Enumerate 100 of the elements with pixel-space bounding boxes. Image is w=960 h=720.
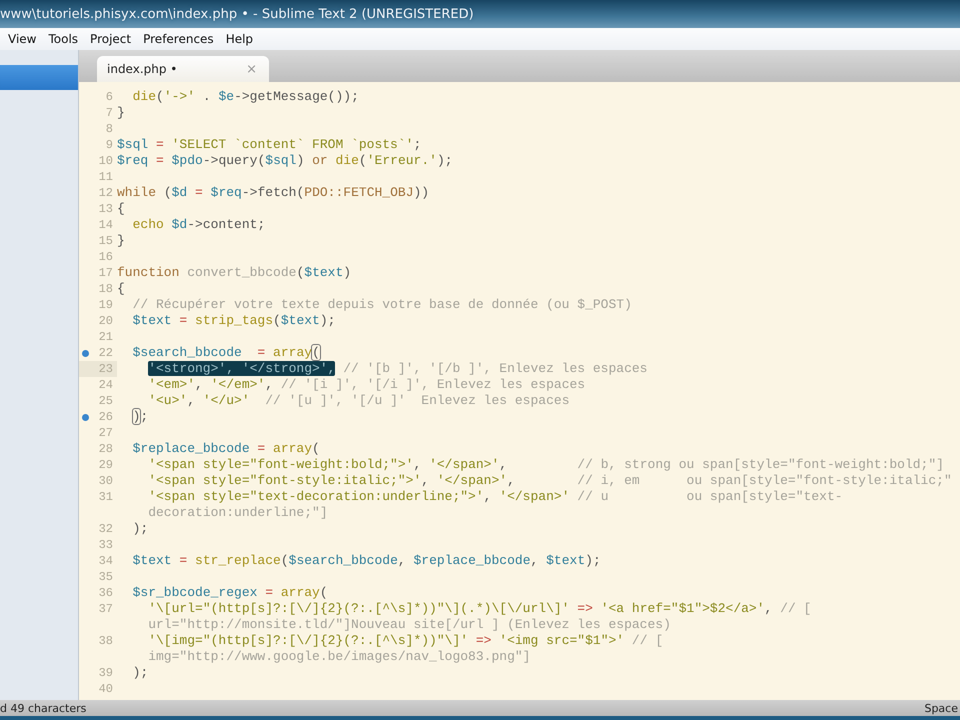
code-token: convert_bbcode	[186, 265, 296, 280]
line-number: 23	[98, 361, 113, 377]
line-number: 31	[98, 489, 113, 505]
code-token: (	[156, 89, 164, 104]
code-token: (	[162, 185, 172, 200]
code-token: '<img src="$1">'	[499, 633, 624, 648]
code-token: ,	[499, 457, 508, 472]
matched-bracket: )	[132, 409, 140, 424]
code-token: $text	[132, 553, 172, 568]
code-token: ->fetch(	[242, 185, 304, 200]
code-token: '->'	[164, 89, 196, 104]
line-number: 28	[98, 441, 113, 457]
code-token: url="http://monsite.tld/"]Nouveau site[/url ] (Enlevez les espaces)	[147, 617, 671, 632]
line-number: 32	[98, 521, 113, 537]
code-token: '<span style="font-style:italic;">'	[147, 473, 422, 488]
selected-text: '<strong>', '</strong>',	[148, 361, 336, 376]
line-number: 17	[98, 265, 113, 281]
line-number: 29	[98, 457, 113, 473]
code-token: ,	[265, 377, 274, 392]
code-token: // u ou span[style="text-	[576, 489, 843, 504]
code-token: )	[343, 265, 352, 280]
code-token: str_replace	[195, 553, 281, 568]
code-token: );	[585, 553, 601, 568]
status-text: Space	[924, 702, 959, 714]
code-token: ;	[413, 137, 422, 152]
line-number: 12	[98, 185, 113, 201]
code-token: die	[334, 153, 359, 168]
line-number: 33	[98, 537, 113, 553]
code-token: PDO::FETCH_OBJ	[304, 185, 414, 200]
code-token: ))	[414, 185, 430, 200]
code-token: array	[280, 585, 320, 600]
code-token: ,	[530, 553, 540, 568]
line-number: 40	[98, 681, 113, 697]
sidebar-item[interactable]	[0, 65, 78, 90]
code-token: $text	[280, 313, 320, 328]
code-token: =	[256, 345, 266, 360]
code-token: ,	[398, 553, 407, 568]
status-text: d 49 characters	[0, 702, 88, 714]
code-token: $pdo	[172, 153, 203, 168]
code-token: '\[img="(http[s]?:[\/]{2}(?:.[^\s]*))"\]'	[147, 633, 468, 648]
code-token: $replace_bbcode	[413, 553, 531, 568]
code-token: =	[155, 153, 165, 168]
code-token: (	[312, 441, 320, 456]
code-token: $d	[172, 185, 188, 200]
code-token: $sql	[265, 153, 296, 168]
file-tab[interactable]: index.php • ×	[97, 56, 269, 82]
code-token: ,	[187, 393, 196, 408]
code-token: // b, strong ou span[style="font-weight:bold;"]	[576, 457, 944, 472]
menu-item[interactable]: View	[6, 30, 38, 48]
menu-item[interactable]: Tools	[46, 30, 80, 48]
code-token: =	[264, 585, 274, 600]
code-token: $e	[218, 89, 234, 104]
code-token: 'SELECT `content` FROM `posts`'	[172, 137, 414, 152]
code-token: '</span>'	[499, 489, 570, 504]
code-token: $search_bbcode	[288, 553, 398, 568]
code-token: $search_bbcode	[132, 345, 242, 360]
menu-item[interactable]: Preferences	[141, 30, 216, 48]
code-token: =	[256, 441, 266, 456]
code-token: strip_tags	[195, 313, 274, 328]
code-token: ,	[507, 473, 515, 488]
code-token: function	[117, 265, 180, 280]
code-token: array	[273, 345, 312, 360]
line-number: 34	[98, 553, 113, 569]
code-token: '<em>'	[147, 377, 196, 392]
code-token: echo	[132, 217, 164, 232]
code-token: die	[132, 89, 156, 104]
line-number: 10	[98, 153, 113, 169]
code-token: '<span style="font-weight:bold;">'	[147, 457, 414, 472]
code-token: // '[u ]', '[/u ]' Enlevez les espaces	[264, 393, 570, 408]
code-token: ,	[413, 457, 422, 472]
line-number: 8	[106, 121, 113, 137]
code-token: '</span>'	[429, 457, 500, 472]
line-number: 11	[98, 169, 113, 185]
code-token: 'Erreur.'	[366, 153, 437, 168]
line-number: 20	[98, 313, 113, 329]
line-number: 38	[98, 633, 113, 649]
line-number: 15	[98, 233, 113, 249]
code-token: ,	[484, 489, 492, 504]
line-number: 13	[98, 201, 113, 217]
code-token: =>	[576, 601, 594, 616]
menu-item[interactable]: Project	[88, 30, 134, 48]
code-token: ,	[195, 377, 204, 392]
code-token: =>	[474, 633, 492, 648]
line-number: 6	[106, 89, 113, 105]
code-token: ->query(	[202, 153, 266, 168]
line-number: 21	[98, 329, 113, 345]
code-token: $replace_bbcode	[132, 441, 250, 456]
code-token: or	[312, 153, 328, 168]
code-token: ,	[764, 601, 774, 616]
code-token: =	[194, 185, 204, 200]
code-token: );	[436, 153, 453, 168]
menu-item[interactable]: Help	[224, 30, 256, 48]
line-number: 37	[98, 601, 113, 617]
line-number: 9	[106, 137, 113, 153]
code-token: '</u>'	[202, 393, 250, 408]
code-token: '\[url="(http[s]?:[\/]{2}(?:.[^\s]*))"\](.*)\[\/url\]'	[147, 601, 570, 616]
code-token: // [	[780, 601, 812, 616]
line-number: 14	[98, 217, 113, 233]
line-number: 24	[98, 377, 113, 393]
code-token: (	[358, 153, 367, 168]
